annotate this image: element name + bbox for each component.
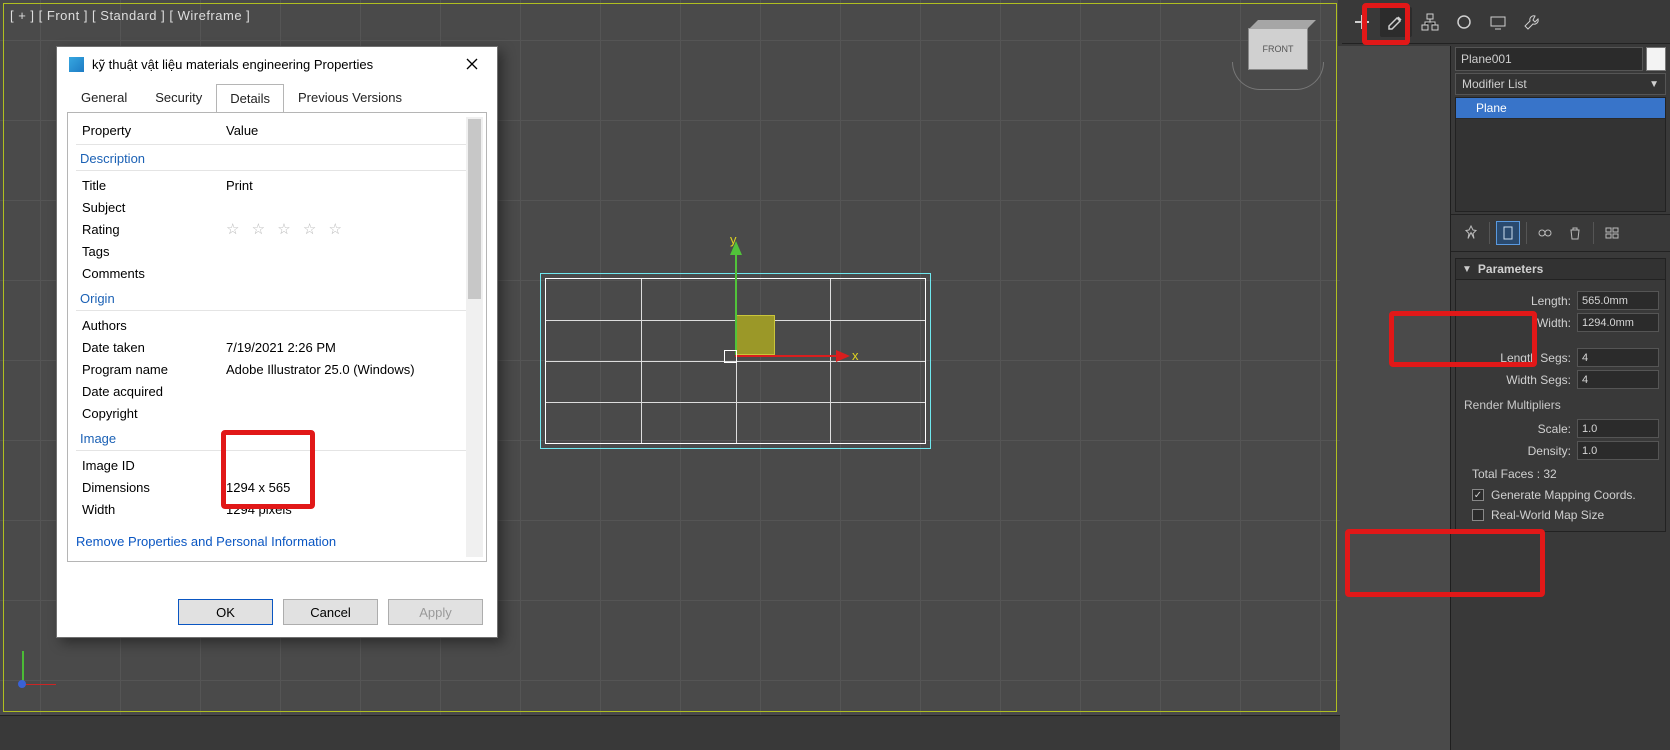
density-label: Density: [1462, 444, 1571, 458]
row-authors: Authors [76, 315, 466, 337]
modify-panel-icon[interactable] [1380, 7, 1412, 37]
width-segs-spinner[interactable]: ▲▼ [1577, 370, 1659, 389]
scale-label: Scale: [1462, 422, 1571, 436]
gizmo-plane-xy[interactable] [735, 315, 775, 355]
width-label: Width: [1462, 316, 1571, 330]
gizmo-origin[interactable] [724, 350, 737, 363]
utilities-panel-icon[interactable] [1516, 7, 1548, 37]
render-multipliers-label: Render Multipliers [1462, 392, 1659, 416]
tab-previous-versions[interactable]: Previous Versions [284, 83, 416, 112]
density-spinner[interactable]: ▲▼ [1577, 441, 1659, 460]
display-panel-icon[interactable] [1482, 7, 1514, 37]
row-program-name: Program nameAdobe Illustrator 25.0 (Wind… [76, 359, 466, 381]
row-width: Width1294 pixels [76, 499, 466, 521]
length-spinner[interactable]: ▲▼ [1577, 291, 1659, 310]
parameters-rollout-header[interactable]: Parameters [1455, 258, 1666, 280]
dialog-app-icon [69, 57, 84, 72]
row-subject: Subject [76, 197, 466, 219]
dialog-tabs: General Security Details Previous Versio… [57, 83, 497, 112]
make-unique-icon[interactable] [1533, 221, 1557, 245]
axis-y-label: y [730, 232, 737, 247]
apply-button[interactable]: Apply [388, 599, 483, 625]
real-world-map-checkbox[interactable]: Real-World Map Size [1462, 505, 1659, 525]
row-height: Height565 pixels [76, 521, 466, 526]
tab-details[interactable]: Details [216, 84, 284, 113]
width-spinner[interactable]: ▲▼ [1577, 313, 1659, 332]
row-date-acquired: Date acquired [76, 381, 466, 403]
total-faces-label: Total Faces : 32 [1462, 463, 1659, 485]
row-image-id: Image ID [76, 455, 466, 477]
tab-general[interactable]: General [67, 83, 141, 112]
modifier-stack[interactable]: Plane [1455, 97, 1666, 212]
generate-mapping-checkbox[interactable]: ✓Generate Mapping Coords. [1462, 485, 1659, 505]
stack-item-plane[interactable]: Plane [1456, 98, 1665, 119]
tab-security[interactable]: Security [141, 83, 216, 112]
row-title: TitlePrint [76, 175, 466, 197]
row-comments: Comments [76, 263, 466, 285]
motion-panel-icon[interactable] [1448, 7, 1480, 37]
hierarchy-panel-icon[interactable] [1414, 7, 1446, 37]
axis-x-label: x [852, 348, 859, 363]
command-panel: Modifier List Plane Parameters Length: ▲… [1450, 0, 1670, 750]
configure-sets-icon[interactable] [1600, 221, 1624, 245]
length-segs-spinner[interactable]: ▲▼ [1577, 348, 1659, 367]
scrollbar-thumb[interactable] [468, 119, 481, 299]
stack-toolbar [1451, 214, 1670, 252]
world-axis-tripod [12, 645, 52, 685]
close-button[interactable] [459, 51, 485, 77]
viewport-info-label[interactable]: [ + ] [ Front ] [ Standard ] [ Wireframe… [10, 8, 250, 23]
section-origin: Origin [76, 285, 466, 311]
cancel-button[interactable]: Cancel [283, 599, 378, 625]
property-header: PropertyValue [76, 119, 466, 145]
details-tab-panel: PropertyValue Description TitlePrint Sub… [67, 112, 487, 562]
object-name-input[interactable] [1455, 47, 1643, 71]
row-rating: Rating☆ ☆ ☆ ☆ ☆ [76, 219, 466, 241]
scrollbar-track[interactable] [466, 117, 483, 557]
rating-stars[interactable]: ☆ ☆ ☆ ☆ ☆ [226, 221, 346, 239]
row-dimensions: Dimensions1294 x 565 [76, 477, 466, 499]
length-label: Length: [1462, 294, 1571, 308]
bottom-toolbar[interactable] [0, 715, 1340, 750]
modifier-list-dropdown[interactable]: Modifier List [1455, 73, 1666, 95]
axis-x-arrow[interactable] [735, 355, 847, 357]
width-segs-label: Width Segs: [1462, 373, 1571, 387]
parameters-rollout: Length: ▲▼ Width: ▲▼ Length Segs: ▲▼ Wid… [1455, 280, 1666, 532]
row-date-taken: Date taken7/19/2021 2:26 PM [76, 337, 466, 359]
create-panel-icon[interactable] [1346, 7, 1378, 37]
pin-stack-icon[interactable] [1459, 221, 1483, 245]
row-tags: Tags [76, 241, 466, 263]
length-segs-label: Length Segs: [1462, 351, 1571, 365]
file-properties-dialog: kỹ thuật vật liệu materials engineering … [56, 46, 498, 638]
section-description: Description [76, 145, 466, 171]
show-end-result-icon[interactable] [1496, 221, 1520, 245]
section-image: Image [76, 425, 466, 451]
view-cube-ring[interactable] [1232, 62, 1324, 90]
remove-modifier-icon[interactable] [1563, 221, 1587, 245]
scale-spinner[interactable]: ▲▼ [1577, 419, 1659, 438]
row-copyright: Copyright [76, 403, 466, 425]
remove-properties-link[interactable]: Remove Properties and Personal Informati… [76, 534, 336, 549]
ok-button[interactable]: OK [178, 599, 273, 625]
object-color-swatch[interactable] [1646, 47, 1666, 71]
dialog-title: kỹ thuật vật liệu materials engineering … [92, 57, 459, 72]
